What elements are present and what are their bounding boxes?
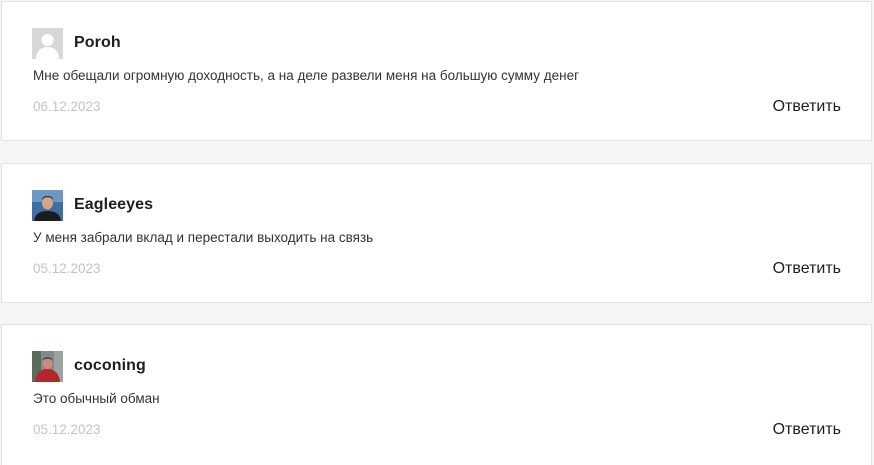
comment-author: Poroh: [74, 34, 121, 51]
comment-date: 06.12.2023: [33, 99, 101, 114]
comment-card: Eagleeyes У меня забрали вклад и переста…: [1, 163, 872, 303]
comment-text: Это обычный обман: [33, 391, 160, 406]
user-avatar: [32, 190, 63, 221]
comment-date: 05.12.2023: [33, 422, 101, 437]
comment-date: 05.12.2023: [33, 261, 101, 276]
comment-text: Мне обещали огромную доходность, а на де…: [33, 68, 580, 83]
reply-button[interactable]: Ответить: [773, 98, 841, 116]
reply-button[interactable]: Ответить: [773, 260, 841, 278]
comment-text: У меня забрали вклад и перестали выходит…: [33, 230, 374, 245]
comment-card: Poroh Мне обещали огромную доходность, а…: [1, 1, 872, 141]
comment-card: coconing Это обычный обман 05.12.2023 От…: [1, 324, 872, 465]
comment-author: Eagleeyes: [74, 196, 154, 213]
reply-button[interactable]: Ответить: [773, 421, 841, 439]
default-avatar-icon: [32, 28, 63, 59]
user-avatar: [32, 351, 63, 382]
comment-author: coconing: [74, 357, 146, 374]
